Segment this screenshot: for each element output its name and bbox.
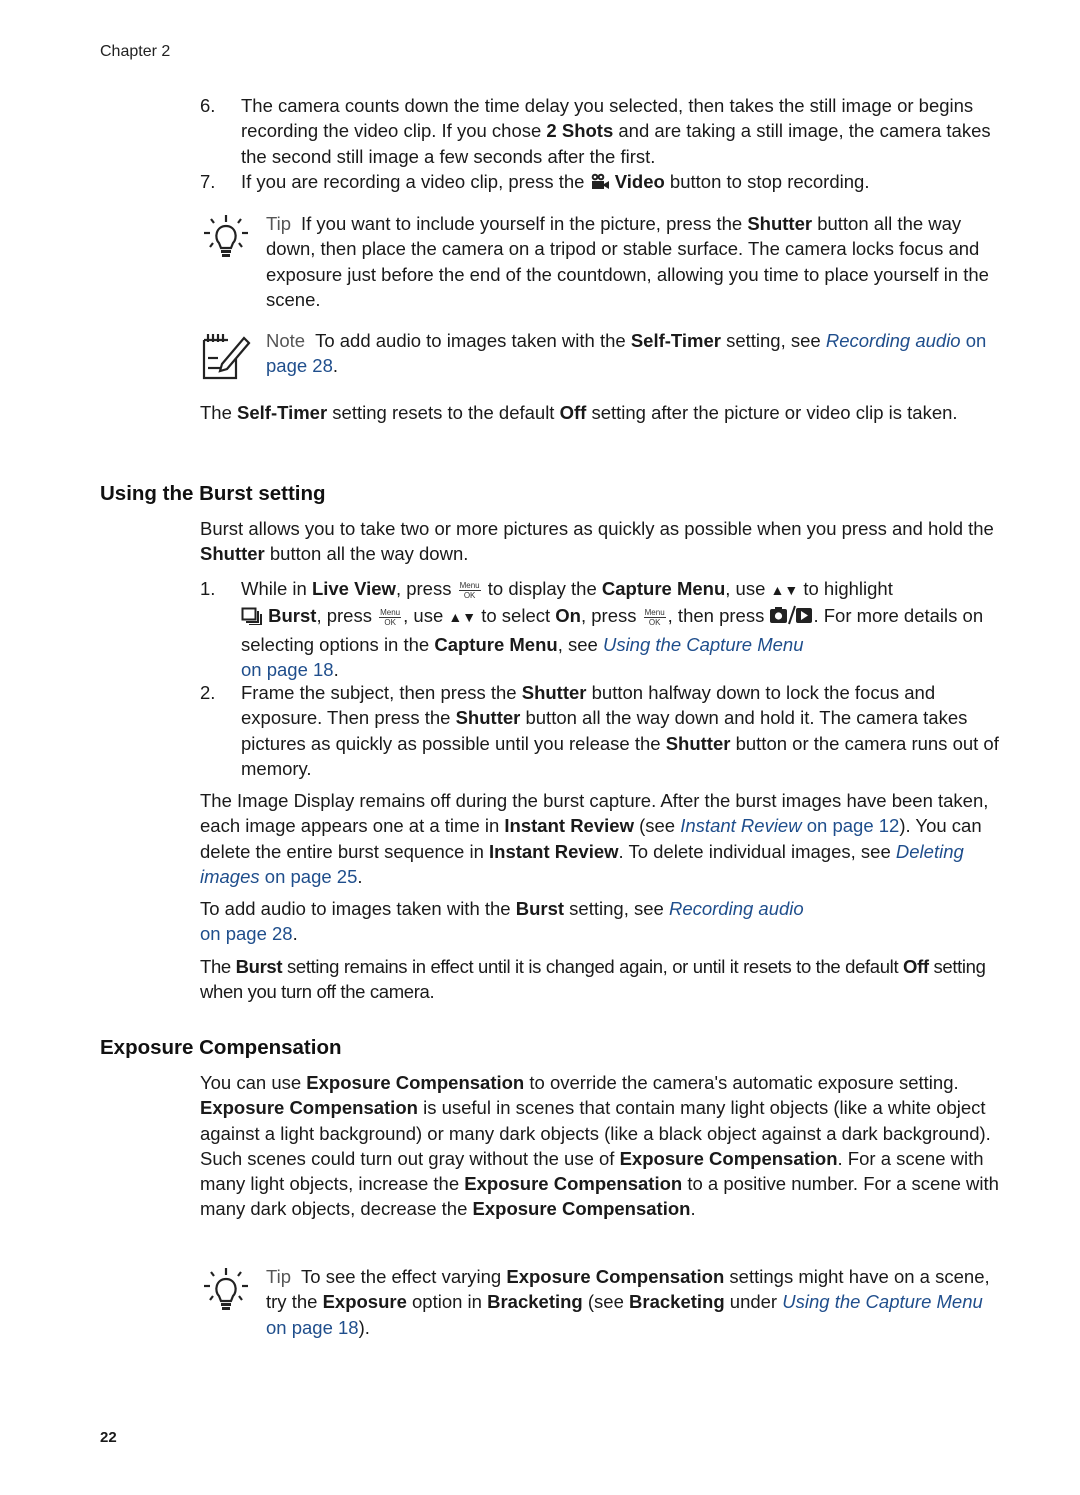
- lightbulb-icon: [200, 211, 252, 263]
- step-number: 7.: [200, 171, 216, 192]
- menu-ok-button-icon: Menu OK: [643, 607, 666, 627]
- video-camera-icon: [590, 172, 610, 197]
- step-number: 6.: [200, 95, 216, 116]
- tip-label: Tip: [266, 1266, 292, 1287]
- notepad-pencil-icon: [200, 328, 252, 380]
- burst-icon: [241, 606, 263, 631]
- exposure-paragraph: You can use Exposure Compensation to ove…: [200, 1072, 999, 1220]
- chapter-header: Chapter 2: [100, 43, 171, 60]
- burst-intro: Burst allows you to take two or more pic…: [200, 518, 994, 565]
- lightbulb-icon: [200, 1264, 252, 1316]
- page-number: 22: [100, 1429, 117, 1446]
- up-down-arrows-icon: ▲▼: [770, 582, 799, 598]
- self-timer-paragraph: The Self-Timer setting resets to the def…: [200, 402, 958, 423]
- tip-label: Tip: [266, 213, 292, 234]
- burst-paragraph-3: The Burst setting remains in effect unti…: [200, 956, 986, 1003]
- section-heading-burst: Using the Burst setting: [100, 482, 326, 505]
- tip-callout: Tip To see the effect varying Exposure Co…: [200, 1264, 1000, 1340]
- step-number: 2.: [200, 682, 216, 703]
- burst-paragraph-2: To add audio to images taken with the Bu…: [200, 898, 804, 945]
- up-down-arrows-icon: ▲▼: [448, 609, 477, 626]
- step-7: 7. If you are recording a video clip, pr…: [200, 169, 1000, 197]
- note-label: Note: [266, 330, 306, 351]
- step-6: 6. The camera counts down the time delay…: [200, 95, 991, 167]
- burst-paragraph-1: The Image Display remains off during the…: [200, 790, 989, 887]
- menu-ok-button-icon: Menu OK: [379, 607, 402, 627]
- burst-step-2: 2. Frame the subject, then press the Shu…: [200, 682, 999, 779]
- camera-playback-icon: [769, 605, 813, 631]
- section-heading-exposure: Exposure Compensation: [100, 1036, 342, 1059]
- link-instant-review[interactable]: Instant Review on page 12: [680, 815, 899, 836]
- tip-callout: Tip If you want to include yourself in th…: [200, 211, 1000, 312]
- step-number: 1.: [200, 578, 216, 599]
- menu-ok-button-icon: Menu OK: [458, 580, 481, 600]
- burst-step-1: 1. While in Live View, press Menu OK to d…: [200, 578, 984, 680]
- note-callout: Note To add audio to images taken with th…: [200, 328, 1000, 380]
